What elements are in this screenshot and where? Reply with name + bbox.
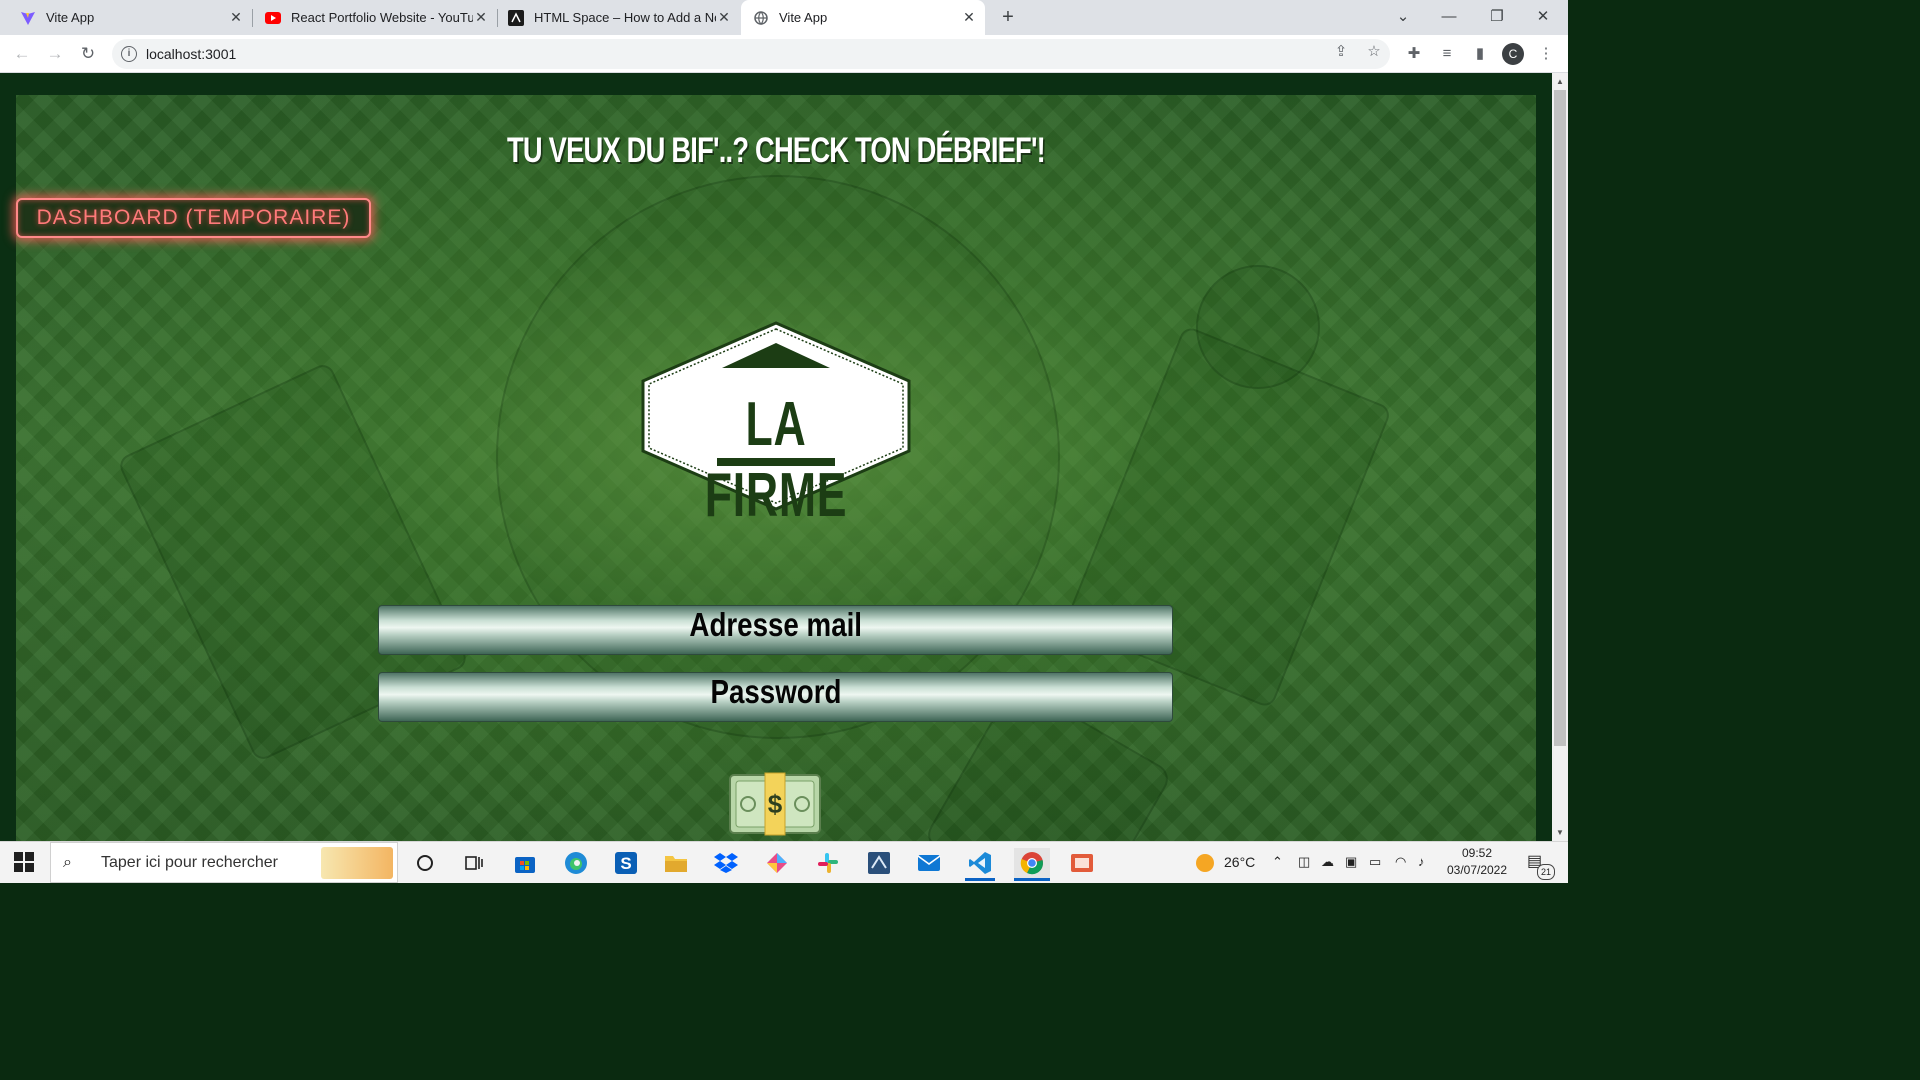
edge-browser-icon[interactable]	[561, 848, 591, 878]
dropbox-icon[interactable]	[711, 848, 741, 878]
battery-icon[interactable]: ▭	[1369, 854, 1381, 870]
system-clock[interactable]: 09:52 03/07/2022	[1442, 845, 1512, 879]
la-firme-logo: LA FIRME	[637, 321, 915, 530]
reload-icon[interactable]: ↻	[75, 41, 101, 67]
close-tab-icon[interactable]: ✕	[228, 9, 244, 26]
minimize-window-button[interactable]: —	[1426, 0, 1472, 35]
close-tab-icon[interactable]: ✕	[716, 9, 732, 26]
chrome-icon[interactable]	[1014, 848, 1050, 881]
profile-avatar[interactable]: C	[1502, 43, 1524, 65]
extensions-puzzle-icon[interactable]: ✚	[1403, 43, 1425, 65]
bookmark-star-icon[interactable]: ☆	[1363, 41, 1385, 63]
close-tab-icon[interactable]: ✕	[961, 9, 977, 26]
media-queue-icon[interactable]: ≡	[1436, 43, 1458, 65]
search-highlight-illustration	[321, 847, 393, 879]
tab-htmlspace[interactable]: HTML Space – How to Add a Non ✕	[498, 0, 740, 35]
password-field-label: Password	[710, 673, 841, 710]
weather-temperature[interactable]: 26°C	[1224, 854, 1255, 870]
svg-text:S: S	[620, 854, 631, 873]
htmlspace-icon	[508, 9, 524, 26]
email-field[interactable]: Adresse mail	[378, 605, 1173, 655]
scrollbar-thumb[interactable]	[1554, 90, 1566, 746]
search-icon: ⌕	[63, 853, 72, 871]
task-view-icon[interactable]	[460, 848, 490, 878]
password-field[interactable]: Password	[378, 672, 1173, 722]
windows-taskbar: ⌕ Taper ici pour rechercher S 26°C ⌃ ◫ ☁…	[0, 841, 1568, 883]
vite-icon	[20, 10, 36, 26]
network-status-icon[interactable]: ▣	[1345, 854, 1357, 870]
youtube-icon	[265, 10, 281, 26]
page-heading: TU VEUX DU BIF'..? CHECK TON DÉBRIEF'!	[507, 131, 1046, 170]
notification-count-badge: 21	[1537, 864, 1555, 880]
taskbar-search-placeholder: Taper ici pour rechercher	[101, 853, 278, 871]
figma-like-app-icon[interactable]	[762, 848, 792, 878]
microsoft-store-icon[interactable]	[510, 848, 540, 878]
vscode-icon[interactable]	[965, 848, 995, 881]
new-tab-button[interactable]: +	[996, 5, 1020, 29]
browser-tab-bar: Vite App ✕ React Portfolio Website - You…	[0, 0, 1568, 35]
meet-now-icon[interactable]: ◫	[1298, 854, 1310, 870]
cortana-circle-icon[interactable]	[410, 848, 440, 878]
forward-arrow-icon[interactable]: →	[42, 41, 68, 67]
globe-icon	[753, 10, 769, 26]
powershell-icon[interactable]: S	[611, 848, 641, 878]
browser-toolbar: ← → ↻ i localhost:3001 ⇪ ☆ ✚ ≡ ▮ C ⋮	[0, 35, 1568, 73]
restore-window-button[interactable]: ❐	[1474, 0, 1520, 35]
tab-title: HTML Space – How to Add a Non	[534, 10, 716, 25]
wifi-icon[interactable]: ◠	[1395, 854, 1406, 870]
clock-time: 09:52	[1461, 846, 1493, 860]
money-bill-icon[interactable]: $	[728, 771, 822, 837]
tab-youtube[interactable]: React Portfolio Website - YouTube ✕	[253, 0, 497, 35]
file-explorer-icon[interactable]	[661, 848, 691, 878]
svg-text:$: $	[768, 789, 783, 819]
clock-date: 03/07/2022	[1446, 863, 1508, 877]
side-panel-icon[interactable]: ▮	[1469, 43, 1491, 65]
show-hidden-icons-chevron-icon[interactable]: ⌃	[1272, 854, 1283, 870]
close-tab-icon[interactable]: ✕	[473, 9, 489, 26]
share-icon[interactable]: ⇪	[1330, 41, 1352, 63]
site-info-icon[interactable]: i	[121, 46, 137, 62]
tab-title: Vite App	[46, 10, 95, 25]
tab-title: Vite App	[779, 10, 828, 25]
mail-icon[interactable]	[914, 848, 944, 878]
slack-icon[interactable]	[813, 848, 843, 878]
presentation-app-icon[interactable]	[1067, 848, 1097, 878]
volume-icon[interactable]: ♪	[1418, 854, 1425, 869]
menu-kebab-icon[interactable]: ⋮	[1535, 43, 1557, 65]
page-viewport: TU VEUX DU BIF'..? CHECK TON DÉBRIEF'! D…	[0, 73, 1552, 841]
scroll-up-arrow-icon[interactable]: ▲	[1552, 74, 1568, 90]
scroll-down-arrow-icon[interactable]: ▼	[1552, 825, 1568, 841]
dashboard-temporary-button[interactable]: DASHBOARD (TEMPORAIRE)	[16, 198, 371, 238]
tab-vite-app-active[interactable]: Vite App ✕	[741, 0, 985, 35]
tab-search-chevron-icon[interactable]: ⌄	[1380, 0, 1426, 35]
close-window-button[interactable]: ✕	[1520, 0, 1566, 35]
tab-vite-app-1[interactable]: Vite App ✕	[0, 0, 252, 35]
terminal-app-icon[interactable]	[864, 848, 894, 878]
windows-start-icon[interactable]	[14, 852, 34, 872]
address-bar[interactable]: i localhost:3001	[112, 39, 1390, 69]
url-text[interactable]: localhost:3001	[146, 46, 236, 62]
tab-title: React Portfolio Website - YouTube	[291, 10, 473, 25]
back-arrow-icon[interactable]: ←	[9, 41, 35, 67]
logo-text: LA FIRME	[704, 390, 848, 530]
email-field-label: Adresse mail	[689, 606, 862, 643]
weather-sun-icon[interactable]	[1194, 852, 1216, 877]
taskbar-search-box[interactable]: ⌕ Taper ici pour rechercher	[50, 842, 398, 883]
onedrive-cloud-icon[interactable]: ☁	[1321, 854, 1334, 870]
